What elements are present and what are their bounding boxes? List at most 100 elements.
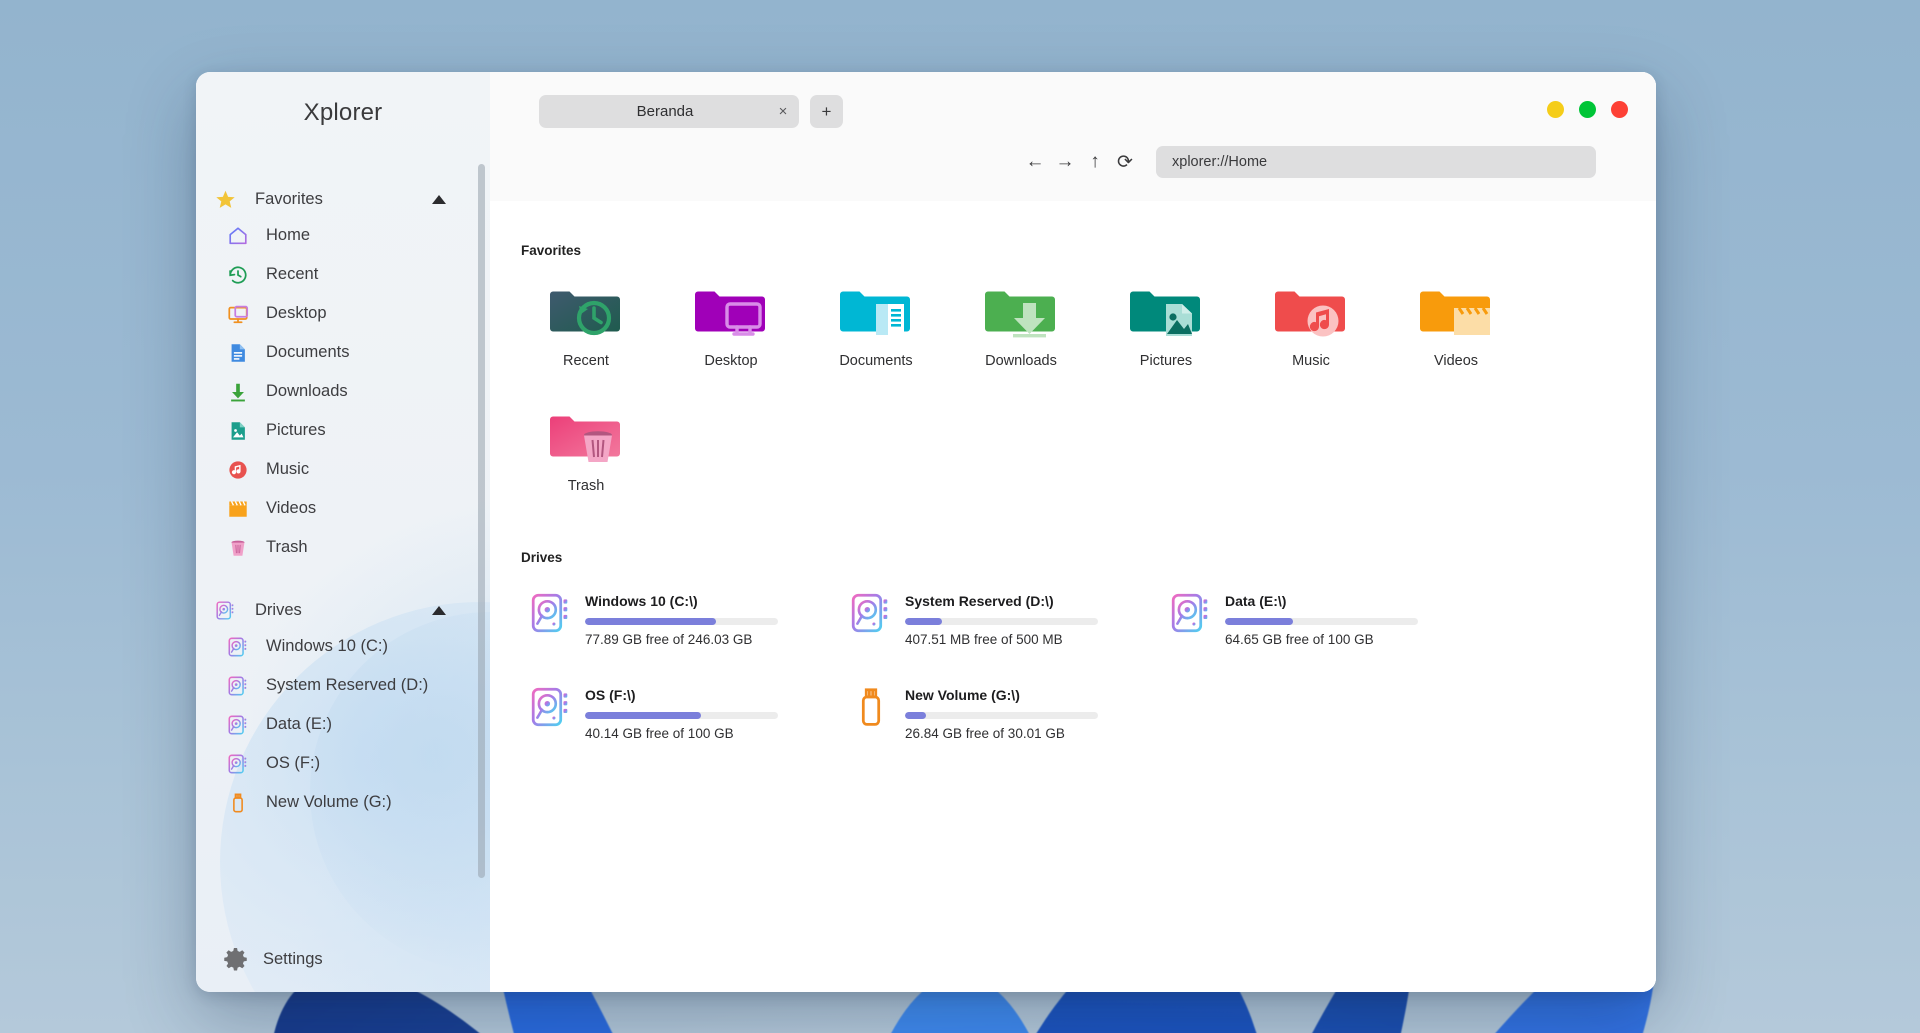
favorite-item-trash[interactable]: Trash xyxy=(521,401,651,500)
folder-pictures-icon xyxy=(1128,284,1204,344)
drive-free-text: 407.51 MB free of 500 MB xyxy=(905,632,1063,647)
wallpaper-petal xyxy=(49,1011,689,1033)
maximize-button[interactable] xyxy=(1579,101,1596,118)
sidebar-item-home[interactable]: Home xyxy=(196,216,490,255)
minimize-button[interactable] xyxy=(1547,101,1564,118)
main-pane: Beranda × + ← → ↑ ⟳ xplorer://Home Favor… xyxy=(490,72,1656,992)
drive-info: System Reserved (D:\) 407.51 MB free of 5… xyxy=(905,591,1131,647)
sidebar-item-drive-g[interactable]: New Volume (G:) xyxy=(196,783,490,822)
favorite-item-pictures[interactable]: Pictures xyxy=(1101,276,1231,375)
sidebar-item-desktop[interactable]: Desktop xyxy=(196,294,490,333)
sidebar-item-label: OS (F:) xyxy=(266,754,321,772)
hard-drive-icon xyxy=(1169,591,1213,635)
sidebar-group-favorites[interactable]: Favorites xyxy=(196,182,490,216)
close-icon[interactable]: × xyxy=(773,103,799,120)
document-icon xyxy=(227,342,257,364)
folder-desktop-icon xyxy=(693,284,769,344)
drive-item[interactable]: System Reserved (D:\) 407.51 MB free of 5… xyxy=(841,583,1141,655)
drive-name: Windows 10 (C:\) xyxy=(585,593,698,609)
tab-beranda[interactable]: Beranda × xyxy=(539,95,799,128)
sidebar-item-drive-f[interactable]: OS (F:) xyxy=(196,744,490,783)
hard-drive-icon xyxy=(227,714,257,736)
folder-downloads-icon xyxy=(983,284,1059,344)
forward-arrow-icon[interactable]: → xyxy=(1050,147,1080,177)
drive-usage-bar xyxy=(905,618,1098,625)
sidebar-group-label: Favorites xyxy=(255,189,323,208)
new-tab-button[interactable]: + xyxy=(810,95,843,128)
sidebar-item-label: Data (E:) xyxy=(266,715,333,733)
home-icon xyxy=(227,225,257,247)
tab-strip: Beranda × + xyxy=(490,72,1656,128)
sidebar-item-recent[interactable]: Recent xyxy=(196,255,490,294)
up-arrow-icon[interactable]: ↑ xyxy=(1080,147,1110,177)
chevron-up-icon[interactable] xyxy=(432,605,446,615)
sidebar-item-label: Recent xyxy=(266,265,319,283)
hard-drive-icon xyxy=(849,591,893,635)
sidebar-scrollbar[interactable] xyxy=(478,164,485,878)
favorite-item-label: Desktop xyxy=(704,353,758,369)
favorite-item-label: Trash xyxy=(567,478,605,494)
drive-free-text: 40.14 GB free of 100 GB xyxy=(585,726,734,741)
sidebar-item-music[interactable]: Music xyxy=(196,450,490,489)
drive-usage-fill xyxy=(905,712,927,719)
favorite-item-recent[interactable]: Recent xyxy=(521,276,651,375)
drive-name: OS (F:\) xyxy=(585,687,636,703)
drive-info: Data (E:\) 64.65 GB free of 100 GB xyxy=(1225,591,1451,647)
drive-info: OS (F:\) 40.14 GB free of 100 GB xyxy=(585,685,811,741)
address-bar[interactable]: xplorer://Home xyxy=(1156,146,1596,178)
favorite-item-videos[interactable]: Videos xyxy=(1391,276,1521,375)
sidebar-item-videos[interactable]: Videos xyxy=(196,489,490,528)
clock-history-icon xyxy=(227,264,257,286)
drive-name: System Reserved (D:\) xyxy=(905,593,1054,609)
trash-icon xyxy=(227,537,257,559)
sidebar-settings-label: Settings xyxy=(263,949,323,968)
navigation-bar: ← → ↑ ⟳ xplorer://Home xyxy=(490,132,1656,178)
drive-info: New Volume (G:\) 26.84 GB free of 30.01 G… xyxy=(905,685,1131,741)
sidebar-item-drive-d[interactable]: System Reserved (D:) xyxy=(196,666,490,705)
back-arrow-icon[interactable]: ← xyxy=(1020,147,1050,177)
sidebar-item-trash[interactable]: Trash xyxy=(196,528,490,567)
sidebar-item-settings[interactable]: Settings xyxy=(196,926,490,992)
hard-drive-icon xyxy=(529,685,573,729)
favorite-item-label: Music xyxy=(1292,353,1330,369)
sidebar-item-label: Documents xyxy=(266,343,350,361)
close-button[interactable] xyxy=(1611,101,1628,118)
sidebar-item-downloads[interactable]: Downloads xyxy=(196,372,490,411)
sidebar: Xplorer Favorites Home Recent Desktop Do… xyxy=(196,72,490,992)
sidebar-item-label: Windows 10 (C:) xyxy=(266,637,388,655)
sidebar-item-label: Pictures xyxy=(266,421,326,439)
favorite-item-music[interactable]: Music xyxy=(1246,276,1376,375)
refresh-icon[interactable]: ⟳ xyxy=(1110,147,1140,177)
folder-videos-icon xyxy=(1418,284,1494,344)
sidebar-group-drives[interactable]: Drives xyxy=(196,593,490,627)
drive-item[interactable]: OS (F:\) 40.14 GB free of 100 GB xyxy=(521,677,821,749)
gear-icon xyxy=(222,946,249,973)
app-title: Xplorer xyxy=(303,99,383,126)
music-note-icon xyxy=(227,459,257,481)
folder-music-icon xyxy=(1273,284,1349,344)
sidebar-item-label: Downloads xyxy=(266,382,348,400)
sidebar-item-drive-e[interactable]: Data (E:) xyxy=(196,705,490,744)
drive-item[interactable]: Data (E:\) 64.65 GB free of 100 GB xyxy=(1161,583,1461,655)
wallpaper-petal xyxy=(671,1020,962,1033)
favorite-item-documents[interactable]: Documents xyxy=(811,276,941,375)
favorites-grid: Recent Desktop Documents Downloads Pictu… xyxy=(490,276,1656,500)
drive-usage-fill xyxy=(585,618,717,625)
sidebar-item-drive-c[interactable]: Windows 10 (C:) xyxy=(196,627,490,666)
chevron-up-icon[interactable] xyxy=(432,194,446,204)
drive-item[interactable]: New Volume (G:\) 26.84 GB free of 30.01 G… xyxy=(841,677,1141,749)
favorite-item-desktop[interactable]: Desktop xyxy=(666,276,796,375)
hard-drive-icon xyxy=(227,753,257,775)
clapperboard-icon xyxy=(227,498,257,520)
drives-section: Drives Windows 10 (C:\) 77.89 GB free of … xyxy=(490,550,1656,789)
sidebar-item-documents[interactable]: Documents xyxy=(196,333,490,372)
content-area: Favorites Recent Desktop Documents Downl… xyxy=(490,201,1656,992)
nav-buttons: ← → ↑ ⟳ xyxy=(490,147,1140,177)
favorite-item-downloads[interactable]: Downloads xyxy=(956,276,1086,375)
hard-drive-icon xyxy=(215,600,249,621)
sidebar-item-pictures[interactable]: Pictures xyxy=(196,411,490,450)
sidebar-item-label: Home xyxy=(266,226,311,244)
drive-free-text: 26.84 GB free of 30.01 GB xyxy=(905,726,1065,741)
favorite-item-label: Documents xyxy=(839,353,913,369)
drive-item[interactable]: Windows 10 (C:\) 77.89 GB free of 246.03 … xyxy=(521,583,821,655)
